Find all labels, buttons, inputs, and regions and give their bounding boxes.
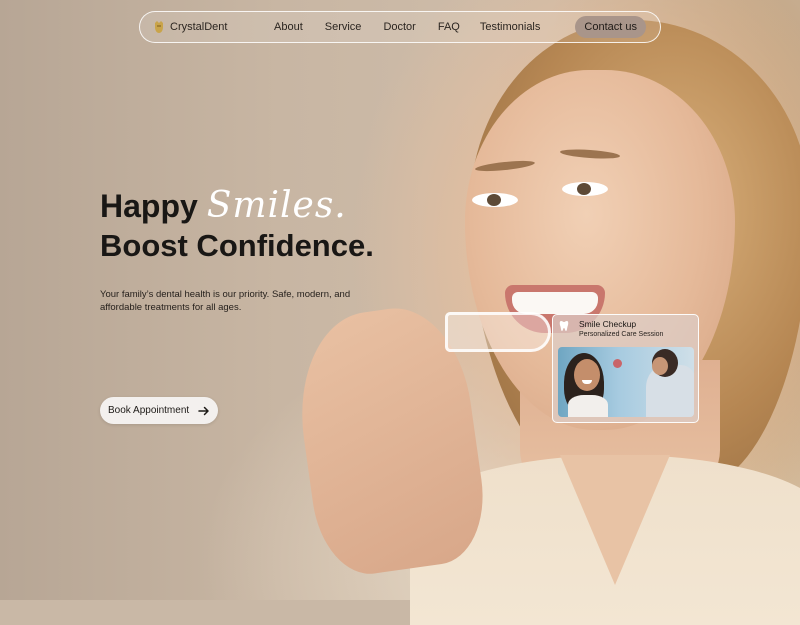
portrait-eye-left (472, 193, 518, 207)
nav-link-about[interactable]: About (274, 21, 303, 33)
card-subtitle: Personalized Care Session (579, 331, 664, 338)
nav-link-faq[interactable]: FAQ (438, 21, 460, 33)
crown-tooth-icon (155, 21, 163, 33)
nav-link-doctor[interactable]: Doctor (383, 21, 415, 33)
hero-title-line2: Boost Confidence. (100, 228, 374, 263)
brand[interactable]: CrystalDent (154, 20, 227, 34)
card-title: Smile Checkup (579, 319, 637, 329)
brand-name: CrystalDent (170, 21, 228, 33)
top-navigation: CrystalDent About Service Doctor FAQ Tes… (139, 11, 661, 43)
portrait-teeth (512, 292, 598, 314)
photo-red-accent (613, 359, 622, 368)
hero-title-happy: Happy (100, 188, 207, 224)
portrait-neckline (560, 455, 670, 585)
clear-aligner (445, 312, 551, 352)
nav-link-service[interactable]: Service (325, 21, 362, 33)
nav-link-testimonials[interactable]: Testimonials (480, 21, 541, 33)
portrait-eye-right (562, 182, 608, 196)
hero-subtitle: Your family’s dental health is our prior… (100, 288, 351, 313)
photo-child-face (574, 359, 600, 391)
arrow-right-icon (198, 406, 209, 415)
smile-checkup-card[interactable]: Smile Checkup Personalized Care Session (552, 314, 699, 423)
book-appointment-label: Book Appointment (108, 405, 190, 416)
hero-title-line1: Happy Smiles. (100, 186, 374, 226)
card-photo (558, 347, 694, 417)
tooth-icon (559, 321, 569, 331)
photo-dentist-face (652, 357, 668, 375)
photo-child-shirt (568, 395, 608, 417)
contact-us-button[interactable]: Contact us (575, 16, 646, 38)
nav-links: About Service Doctor FAQ Testimonials (274, 21, 540, 33)
book-appointment-button[interactable]: Book Appointment (100, 397, 218, 424)
hero-title: Happy Smiles. Boost Confidence. (100, 186, 374, 266)
hero-title-script: Smiles. (206, 185, 347, 226)
